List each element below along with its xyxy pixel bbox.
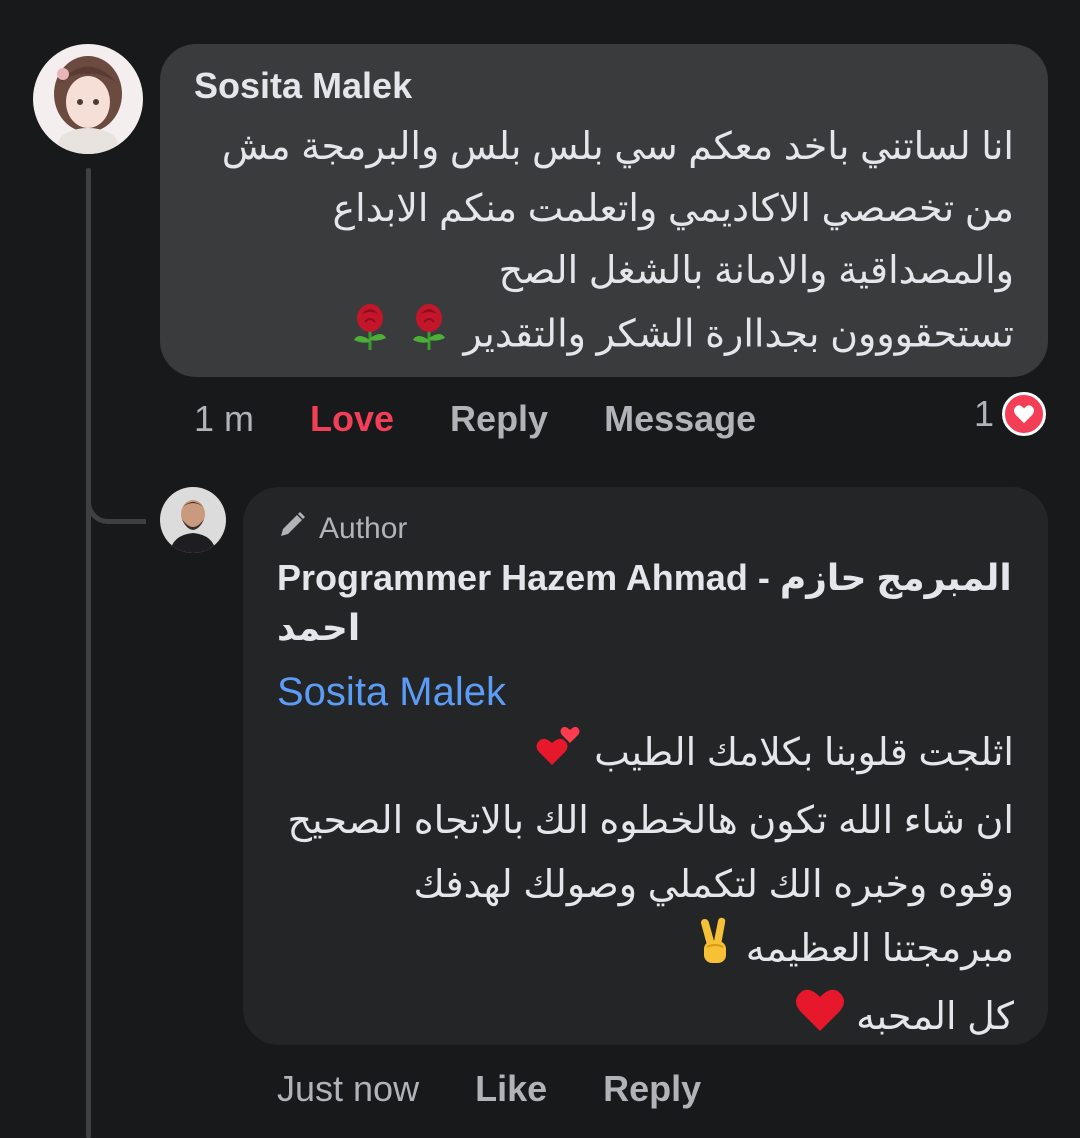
comment-actions: 1 m Love Reply Message xyxy=(194,396,812,442)
reply-line-text: مبرمجتنا العظيمه xyxy=(745,928,1014,971)
comment-text: انا لساتني باخد معكم سي بلس بلس والبرمجة… xyxy=(194,116,1014,371)
author-badge-label: Author xyxy=(319,512,408,545)
reply-line: كل المحبه xyxy=(277,985,1014,1053)
comment-line: من تخصصي الاكاديمي واتعلمت منكم الابداع xyxy=(332,188,1014,230)
avatar-sosita[interactable] xyxy=(33,44,143,154)
comment-author-name[interactable]: Sosita Malek xyxy=(194,64,1014,108)
red-heart-icon xyxy=(794,985,846,1053)
love-reaction-button[interactable]: Love xyxy=(310,398,394,440)
author-badge: Author xyxy=(277,511,1014,547)
comment-line: تستحقووون بجداارة الشكر والتقدير xyxy=(463,313,1014,356)
two-hearts-icon xyxy=(534,721,584,789)
pen-icon xyxy=(277,510,307,548)
mention-link[interactable]: Sosita Malek xyxy=(277,663,1014,721)
message-button[interactable]: Message xyxy=(604,398,756,440)
like-button[interactable]: Like xyxy=(475,1068,547,1110)
rose-icon xyxy=(407,302,451,371)
avatar-hazem[interactable] xyxy=(160,487,226,553)
reply-button[interactable]: Reply xyxy=(603,1068,701,1110)
comment-line-last: تستحقووون بجداارة الشكر والتقدير xyxy=(194,302,1014,371)
reply-bubble: Author Programmer Hazem Ahmad - المبرمج … xyxy=(243,487,1048,1045)
thread-line xyxy=(86,168,91,1138)
reply-line-text: كل المحبه xyxy=(856,996,1014,1039)
reaction-count: 1 xyxy=(973,393,994,434)
comment-line: والمصداقية والامانة بالشغل الصح xyxy=(498,250,1014,292)
reply-line-text: اثلجت قلوبنا بكلامك الطيب xyxy=(594,732,1014,775)
comment-timestamp[interactable]: 1 m xyxy=(194,398,254,440)
reply-text: اثلجت قلوبنا بكلامك الطيب ان شاء الله تك… xyxy=(277,721,1014,1053)
reply-author-name[interactable]: Programmer Hazem Ahmad - المبرمج حازم اح… xyxy=(277,553,1014,653)
comment-line: انا لساتني باخد معكم سي بلس بلس والبرمجة… xyxy=(221,126,1014,168)
victory-hand-icon xyxy=(695,917,735,985)
reply-actions: Just now Like Reply xyxy=(277,1066,757,1112)
reply-button[interactable]: Reply xyxy=(450,398,548,440)
reply-line: مبرمجتنا العظيمه xyxy=(277,917,1014,985)
thread-branch-connector xyxy=(86,440,146,524)
reply-author-name-line: Programmer Hazem Ahmad - المبرمج حازم xyxy=(277,557,1012,598)
comment-bubble: Sosita Malek انا لساتني باخد معكم سي بلس… xyxy=(160,44,1048,377)
reply-timestamp[interactable]: Just now xyxy=(277,1068,419,1110)
reply-line: ان شاء الله تكون هالخطوه الك بالاتجاه ال… xyxy=(287,800,1014,842)
reply-line: اثلجت قلوبنا بكلامك الطيب xyxy=(277,721,1014,789)
reply-author-name-line: احمد xyxy=(277,607,361,648)
reply-line: وقوه وخبره الك لتكملي وصولك لهدفك xyxy=(413,864,1014,906)
rose-icon xyxy=(348,302,392,371)
heart-icon xyxy=(1002,392,1046,436)
reaction-summary[interactable]: 1 xyxy=(974,392,1046,436)
